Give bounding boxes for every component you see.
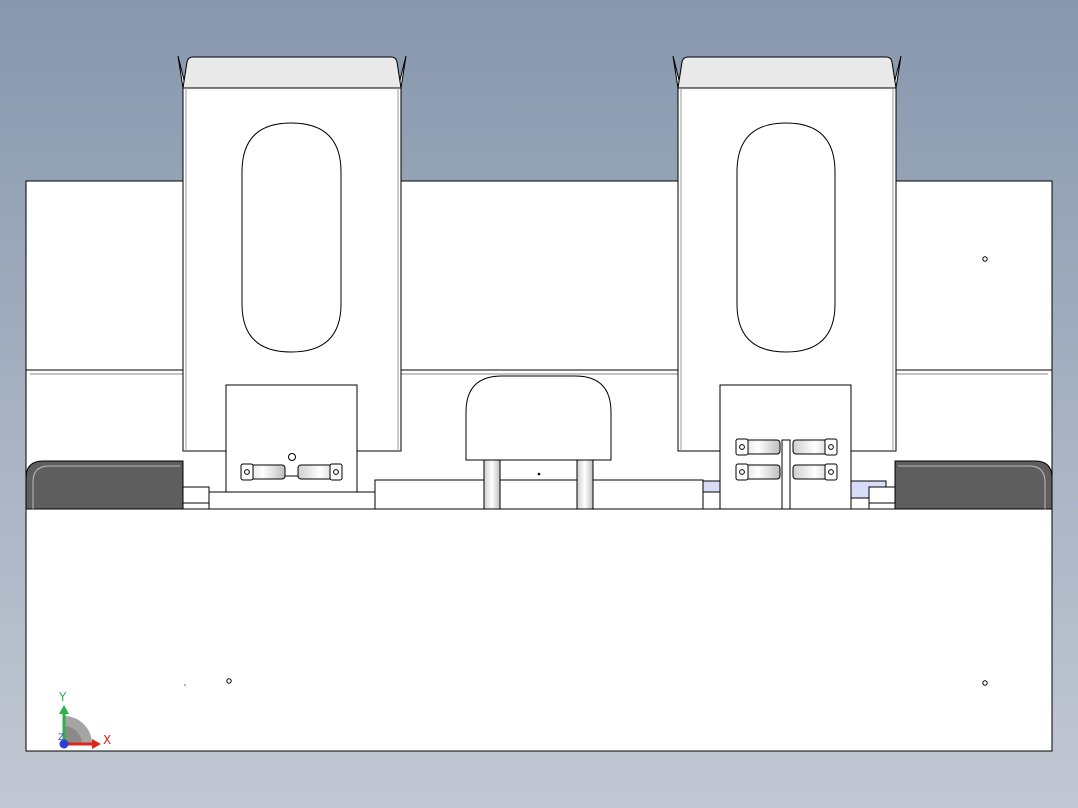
triad-z-label: Z — [58, 733, 64, 743]
right-roller-top-b-cap-hole — [828, 444, 834, 450]
mount-hole-bottom-left — [226, 678, 232, 684]
center-base-plate — [374, 479, 704, 510]
mount-hole-top-right — [982, 256, 988, 262]
triad-x-label: X — [103, 733, 111, 747]
right-top-tab — [677, 56, 897, 89]
left-bracket — [177, 55, 407, 493]
triad-y-label: Y — [58, 690, 67, 704]
left-dark-pad — [25, 460, 184, 510]
right-shim — [868, 486, 896, 504]
right-roller-bottom-b-cap-hole — [828, 469, 834, 475]
right-bracket — [672, 55, 902, 510]
right-roller-bottom-a-cap-hole — [739, 469, 745, 475]
right-slot — [736, 122, 836, 353]
right-roller-top-a-cap-hole — [739, 444, 745, 450]
cad-drawing: X Y Z — [25, 55, 1053, 752]
right-dark-pad — [894, 460, 1053, 510]
center-pin-left — [483, 459, 501, 510]
cad-viewport[interactable]: X Y Z — [0, 0, 1078, 808]
left-rail-step — [208, 491, 376, 510]
center-pin-right — [576, 459, 594, 510]
right-clamp-divider — [781, 439, 791, 510]
left-clamp-hole — [288, 453, 296, 461]
left-shim — [182, 486, 210, 504]
left-roller-a-cap-hole — [244, 469, 250, 475]
center-dome — [465, 375, 612, 461]
base-block — [25, 508, 1053, 752]
mount-hole-bottom-right — [982, 680, 988, 686]
right-blue-spacer-a — [702, 480, 722, 493]
left-top-tab — [182, 56, 402, 89]
left-roller-b-cap-hole — [333, 469, 339, 475]
left-slot — [241, 122, 342, 353]
